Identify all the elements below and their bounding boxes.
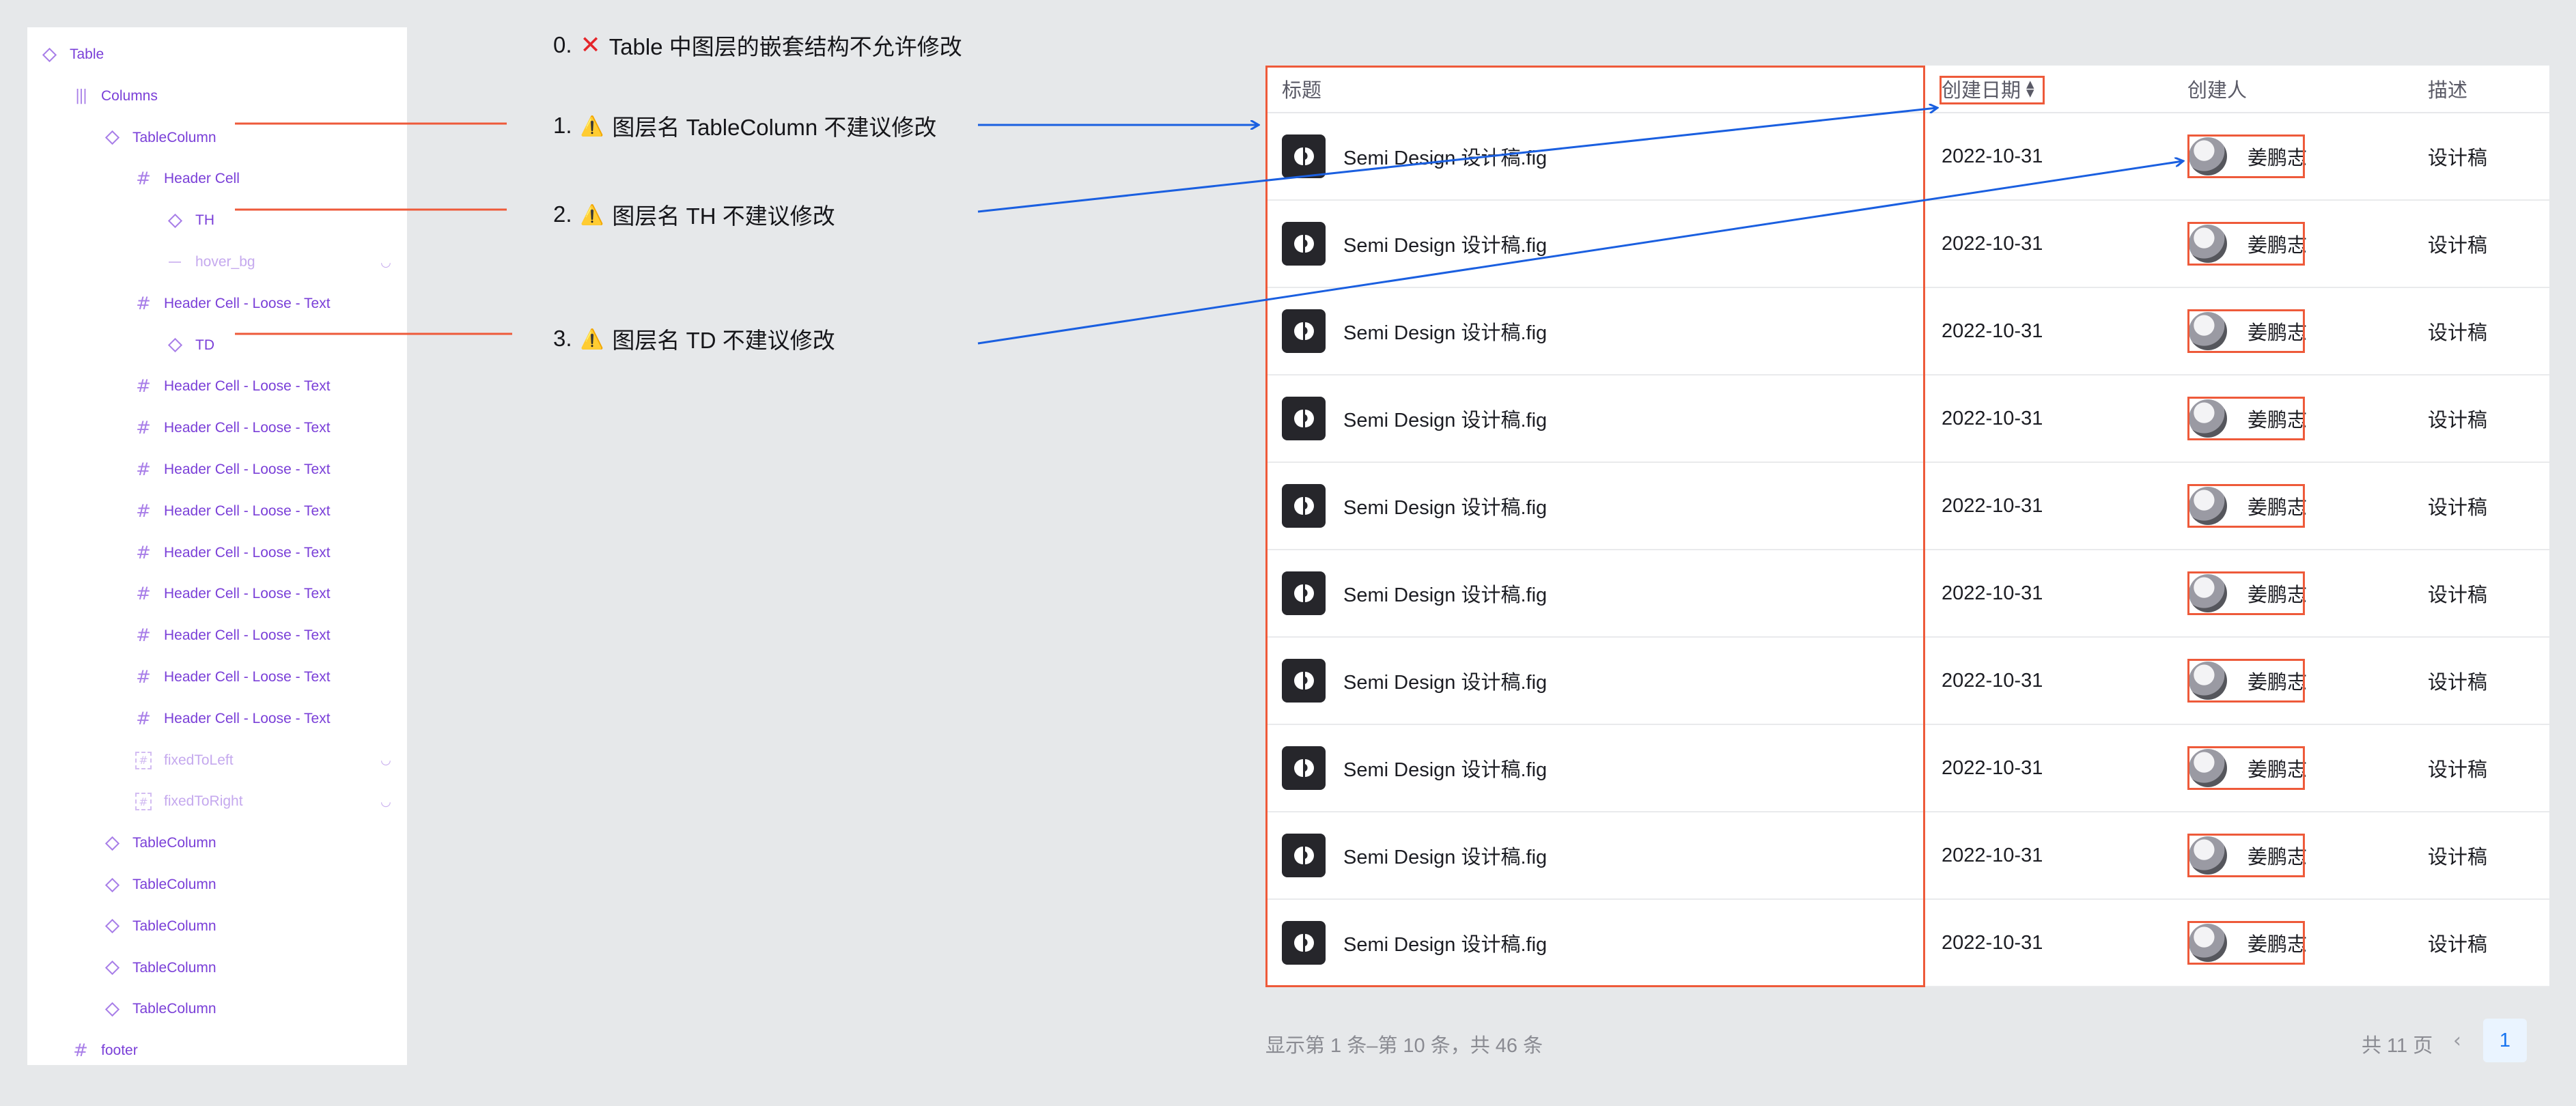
- connector-lines: [235, 0, 2576, 345]
- blue-arrow-td: [977, 161, 2183, 345]
- blue-arrow-th: [977, 108, 1937, 213]
